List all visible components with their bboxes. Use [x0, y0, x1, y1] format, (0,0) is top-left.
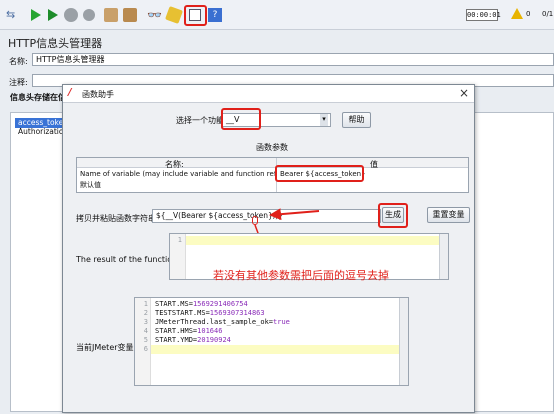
- var-key: START.MS=: [155, 300, 193, 308]
- arrow-to-function-string: [269, 208, 320, 221]
- reset-search-icon[interactable]: [165, 6, 183, 24]
- warning-count: 0: [526, 10, 531, 18]
- search-icon[interactable]: 👓: [147, 8, 162, 22]
- warning-icon[interactable]: [511, 8, 523, 19]
- start-no-pause-icon[interactable]: [48, 9, 58, 21]
- result-scrollbar[interactable]: [439, 234, 448, 279]
- clear-icon[interactable]: [104, 8, 118, 22]
- var-value: 1569307314863: [209, 309, 265, 317]
- help-icon[interactable]: ?: [208, 8, 222, 22]
- function-helper-dialog: / 函数助手 × 选择一个功能 __V ▾ 帮助 函数参数 名称: 值 Name…: [62, 84, 475, 413]
- thread-counter: 0/1: [542, 10, 554, 18]
- name-field[interactable]: HTTP信息头管理器: [32, 53, 554, 66]
- name-label: 名称:: [9, 57, 28, 66]
- function-helper-icon[interactable]: [189, 9, 201, 21]
- comment-label: 注释:: [9, 78, 28, 87]
- var-value: 101646: [197, 327, 223, 335]
- toolbar: ⇆ 👓 ? 00:00:01 0 0/1: [0, 0, 554, 30]
- annotation-text: 若没有其他参数需把后面的逗号去掉: [213, 269, 389, 282]
- variables-scrollbar[interactable]: [399, 298, 408, 385]
- var-key: START.YMD=: [155, 336, 198, 344]
- var-value: true: [273, 318, 290, 326]
- var-key: START.HMS=: [155, 327, 198, 335]
- page-title: HTTP信息头管理器: [8, 37, 103, 50]
- current-line-highlight: [186, 236, 440, 245]
- vars-label: 当前JMeter变量: [76, 343, 134, 352]
- stop-icon[interactable]: [64, 8, 78, 22]
- shutdown-icon[interactable]: [83, 9, 95, 21]
- comma-highlight: [252, 216, 258, 225]
- expand-icon[interactable]: ⇆: [6, 8, 20, 22]
- elapsed-timer: 00:00:01: [466, 9, 501, 21]
- variables-lines: 1 START.MS=1569291406754 2 TESTSTART.MS=…: [143, 300, 290, 353]
- var-value: 20190924: [197, 336, 231, 344]
- result-gutter: 1: [170, 234, 186, 279]
- var-key: TESTSTART.MS=: [155, 309, 210, 317]
- variables-editor[interactable]: 1 START.MS=1569291406754 2 TESTSTART.MS=…: [134, 297, 409, 386]
- start-icon[interactable]: [31, 9, 41, 21]
- var-key: JMeterThread.last_sample_ok=: [155, 318, 274, 326]
- clear-all-icon[interactable]: [123, 8, 137, 22]
- var-value: 1569291406754: [192, 300, 248, 308]
